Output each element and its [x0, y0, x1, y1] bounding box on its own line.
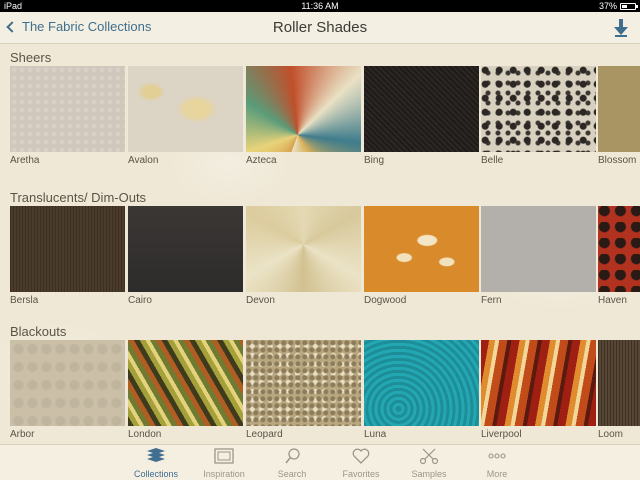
fabric-swatch-image [598, 340, 640, 426]
swatch-label: Azteca [246, 155, 277, 166]
collection-content[interactable]: Sheers Aretha Avalon Azteca Bing Belle B… [0, 44, 640, 444]
swatch-label: Haven [598, 295, 627, 306]
fabric-swatch-image [246, 66, 361, 152]
swatch-leopard[interactable]: Leopard [246, 340, 361, 440]
swatch-label: Dogwood [364, 295, 407, 306]
fabric-swatch-image [128, 66, 243, 152]
swatch-label: Luna [364, 429, 387, 440]
fabric-swatch-image [364, 66, 479, 152]
swatch-cairo[interactable]: Cairo [128, 206, 243, 306]
swatch-luna[interactable]: Luna [364, 340, 479, 440]
swatch-label: Liverpool [481, 429, 522, 440]
page-title: Roller Shades [272, 19, 368, 36]
tab-label: Inspiration [203, 469, 245, 479]
section-title-translucents: Translucents/ Dim-Outs [10, 190, 147, 205]
fabric-swatch-image [481, 66, 596, 152]
fabric-swatch-image [481, 206, 596, 292]
status-time: 11:36 AM [301, 1, 339, 11]
swatch-label: Cairo [128, 295, 152, 306]
battery-indicator: 37% [598, 0, 638, 12]
swatch-label: Devon [246, 295, 275, 306]
collections-icon [147, 448, 165, 462]
fabric-swatch-image [246, 340, 361, 426]
tab-label: Favorites [342, 469, 380, 479]
status-bar: iPad 11:36 AM 37% [0, 0, 640, 12]
tab-label: Search [277, 469, 307, 479]
fabric-swatch-image [246, 206, 361, 292]
swatch-azteca[interactable]: Azteca [246, 66, 361, 166]
fabric-swatch-image [128, 206, 243, 292]
heart-icon [352, 448, 370, 464]
download-icon[interactable] [614, 19, 628, 37]
fabric-swatch-image [364, 340, 479, 426]
swatch-fern[interactable]: Fern [481, 206, 596, 306]
battery-icon [620, 2, 638, 10]
swatch-bing[interactable]: Bing [364, 66, 479, 166]
swatch-label: Belle [481, 155, 504, 166]
fabric-swatch-image [598, 66, 640, 152]
fabric-swatch-image [128, 340, 243, 426]
tab-samples[interactable]: Samples [394, 447, 464, 479]
tab-label: Collections [133, 469, 179, 479]
swatch-dogwood[interactable]: Dogwood [364, 206, 479, 306]
swatch-label: Fern [481, 295, 502, 306]
swatch-arbor[interactable]: Arbor [10, 340, 125, 440]
more-icon [488, 453, 506, 459]
navigation-bar: The Fabric Collections Roller Shades [0, 12, 640, 44]
swatch-label: Leopard [246, 429, 283, 440]
fabric-swatch-image [481, 340, 596, 426]
swatch-label: Arbor [10, 429, 35, 440]
search-icon [285, 448, 300, 464]
swatch-row-blackouts: Arbor London Leopard Luna Liverpool Loom [10, 340, 640, 444]
swatch-label: London [128, 429, 162, 440]
fabric-swatch-image [10, 206, 125, 292]
swatch-label: Loom [598, 429, 624, 440]
fabric-swatch-image [10, 66, 125, 152]
tab-label: Samples [411, 469, 447, 479]
battery-percent: 37% [598, 1, 617, 11]
swatch-liverpool[interactable]: Liverpool [481, 340, 596, 440]
tab-inspiration[interactable]: Inspiration [189, 447, 259, 479]
tab-more[interactable]: More [462, 447, 532, 479]
tab-collections[interactable]: Collections [121, 447, 191, 479]
swatch-belle[interactable]: Belle [481, 66, 596, 166]
tab-search[interactable]: Search [257, 447, 327, 479]
section-title-sheers: Sheers [10, 50, 52, 65]
swatch-aretha[interactable]: Aretha [10, 66, 125, 166]
scissors-icon [419, 448, 439, 465]
swatch-haven[interactable]: Haven [598, 206, 640, 306]
swatch-label: Blossom [598, 155, 637, 166]
tab-favorites[interactable]: Favorites [326, 447, 396, 479]
tab-label: More [486, 469, 508, 479]
inspiration-icon [214, 448, 234, 464]
swatch-label: Bing [364, 155, 385, 166]
fabric-swatch-image [364, 206, 479, 292]
swatch-devon[interactable]: Devon [246, 206, 361, 306]
swatch-loom[interactable]: Loom [598, 340, 640, 440]
swatch-bersla[interactable]: Bersla [10, 206, 125, 306]
swatch-label: Bersla [10, 295, 39, 306]
swatch-label: Avalon [128, 155, 159, 166]
swatch-label: Aretha [10, 155, 40, 166]
swatch-row-translucents: Bersla Cairo Devon Dogwood Fern Haven [10, 206, 640, 316]
tab-bar: Collections Inspiration Search Favorites… [0, 444, 640, 480]
swatch-row-sheers: Aretha Avalon Azteca Bing Belle Blossom [10, 66, 640, 176]
fabric-swatch-image [10, 340, 125, 426]
swatch-blossom[interactable]: Blossom [598, 66, 640, 166]
section-title-blackouts: Blackouts [10, 324, 67, 339]
swatch-avalon[interactable]: Avalon [128, 66, 243, 166]
fabric-swatch-image [598, 206, 640, 292]
battery-fill [622, 4, 628, 8]
swatch-london[interactable]: London [128, 340, 243, 440]
